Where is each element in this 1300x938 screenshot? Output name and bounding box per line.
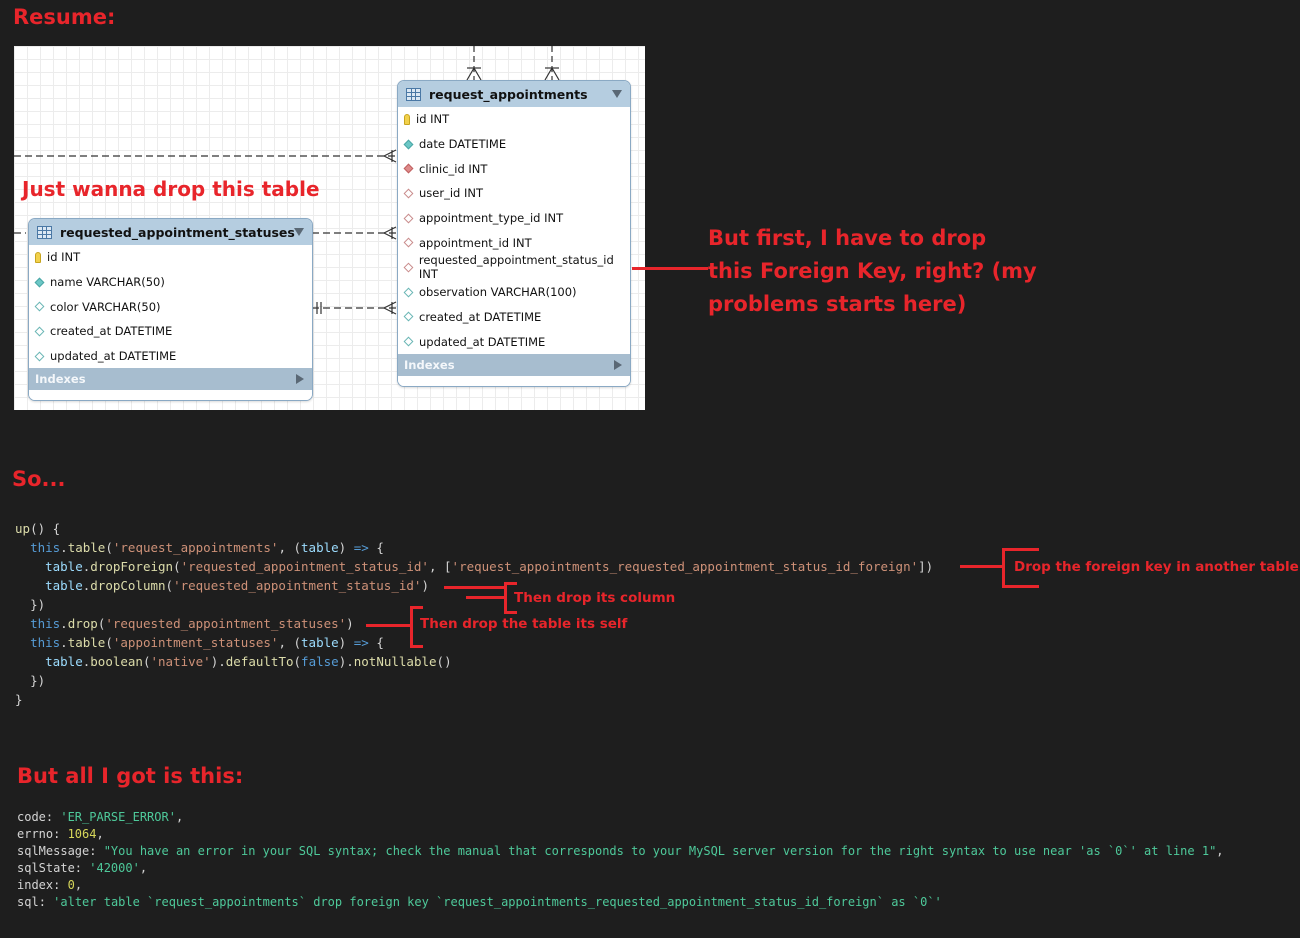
code-line: } (15, 692, 23, 707)
column-label: id INT (416, 112, 450, 127)
table-request-appointments[interactable]: request_appointments id INT date DATETIME… (397, 80, 631, 387)
table-column[interactable]: created_at DATETIME (29, 319, 312, 344)
table-column[interactable]: id INT (398, 107, 630, 132)
indexes-section[interactable]: Indexes (29, 368, 312, 391)
collapse-arrow-icon[interactable] (294, 228, 304, 236)
column-type-icon (403, 262, 414, 273)
table-column[interactable]: updated_at DATETIME (398, 329, 630, 354)
annotation-line (960, 565, 1002, 568)
code-line: }) (30, 673, 46, 688)
table-column[interactable]: name VARCHAR(50) (29, 270, 312, 295)
column-type-icon (403, 213, 414, 224)
error-line: sql: 'alter table `request_appointments`… (17, 895, 942, 909)
annotation-line (444, 586, 504, 589)
column-type-icon (403, 139, 414, 149)
note-drop-table: Just wanna drop this table (22, 177, 320, 201)
column-label: requested_appointment_status_id INT (418, 253, 614, 282)
column-type-icon (34, 351, 45, 362)
error-line: index: 0, (17, 878, 83, 892)
code-line: this.table('request_appointments', (tabl… (30, 540, 384, 555)
column-label: created_at DATETIME (419, 309, 542, 324)
heading-resume: Resume: (13, 5, 116, 29)
column-label: updated_at DATETIME (50, 349, 177, 364)
column-type-icon (34, 301, 45, 312)
error-line: code: 'ER_PARSE_ERROR', (17, 810, 184, 824)
code-line: table.dropForeign('requested_appointment… (45, 559, 934, 574)
code-line: up() { (15, 521, 61, 536)
table-column[interactable]: color VARCHAR(50) (29, 294, 312, 319)
table-column[interactable]: observation VARCHAR(100) (398, 280, 630, 305)
annotation-line (466, 596, 504, 599)
note-foreign-key: But first, I have to drop this Foreign K… (708, 226, 1037, 316)
table-column[interactable]: clinic_id INT (398, 156, 630, 181)
note-drop-column: Then drop its column (514, 590, 676, 606)
column-type-icon (403, 287, 414, 298)
note-drop-foreign-key: Drop the foreign key in another table (1014, 559, 1299, 575)
indexes-label: Indexes (35, 372, 86, 387)
table-header[interactable]: requested_appointment_statuses (29, 219, 312, 245)
column-label: clinic_id INT (419, 161, 488, 176)
table-icon (37, 225, 52, 239)
heading-so: So... (12, 467, 66, 491)
table-column[interactable]: updated_at DATETIME (29, 344, 312, 369)
table-name: request_appointments (429, 86, 588, 102)
table-requested-appointment-statuses[interactable]: requested_appointment_statuses id INT nam… (28, 218, 313, 402)
heading-error: But all I got is this: (17, 764, 244, 788)
error-line: errno: 1064, (17, 827, 104, 841)
column-label: color VARCHAR(50) (50, 299, 161, 314)
primary-key-icon (404, 113, 410, 125)
code-line: this.table('appointment_statuses', (tabl… (30, 635, 384, 650)
table-icon (406, 87, 421, 101)
column-type-icon (403, 336, 414, 347)
error-line: sqlMessage: "You have an error in your S… (17, 844, 1224, 858)
collapse-arrow-icon[interactable] (612, 90, 622, 98)
code-block: up() { this.table('request_appointments'… (15, 519, 933, 709)
column-type-icon (403, 311, 414, 322)
column-label: id INT (47, 250, 81, 265)
indexes-label: Indexes (404, 357, 455, 372)
fk-pointer-line (632, 267, 708, 270)
table-name: requested_appointment_statuses (60, 224, 295, 240)
table-column[interactable]: id INT (29, 245, 312, 270)
column-type-icon (403, 163, 414, 174)
column-list: id INT date DATETIME clinic_id INT user_id … (398, 107, 630, 354)
table-column[interactable]: appointment_id INT (398, 230, 630, 255)
primary-key-icon (35, 251, 41, 263)
column-label: user_id INT (419, 186, 484, 201)
column-label: date DATETIME (419, 137, 507, 152)
column-label: appointment_type_id INT (419, 211, 564, 226)
table-column[interactable]: requested_appointment_status_id INT (398, 253, 630, 282)
expand-arrow-icon[interactable] (614, 359, 622, 370)
column-type-icon (403, 237, 414, 248)
annotation-line (366, 624, 410, 627)
note-drop-table-self: Then drop the table its self (420, 616, 628, 632)
column-label: updated_at DATETIME (419, 334, 546, 349)
column-type-icon (403, 188, 414, 199)
table-column[interactable]: created_at DATETIME (398, 305, 630, 330)
er-diagram: Just wanna drop this table request_appoi… (14, 46, 645, 410)
column-label: appointment_id INT (419, 235, 532, 250)
indexes-section[interactable]: Indexes (398, 353, 630, 376)
column-label: created_at DATETIME (50, 324, 173, 339)
column-list: id INT name VARCHAR(50) color VARCHAR(50) c… (29, 245, 312, 368)
error-output: code: 'ER_PARSE_ERROR', errno: 1064, sqlMe… (17, 809, 1224, 911)
table-column[interactable]: appointment_type_id INT (398, 206, 630, 231)
column-label: name VARCHAR(50) (50, 275, 165, 290)
code-line: table.boolean('native').defaultTo(false)… (45, 654, 452, 669)
error-line: sqlState: '42000', (17, 861, 148, 875)
column-label: observation VARCHAR(100) (419, 285, 577, 300)
table-column[interactable]: date DATETIME (398, 132, 630, 157)
table-column[interactable]: user_id INT (398, 181, 630, 206)
column-type-icon (34, 277, 45, 287)
table-header[interactable]: request_appointments (398, 81, 630, 107)
expand-arrow-icon[interactable] (296, 374, 304, 385)
column-type-icon (34, 326, 45, 337)
